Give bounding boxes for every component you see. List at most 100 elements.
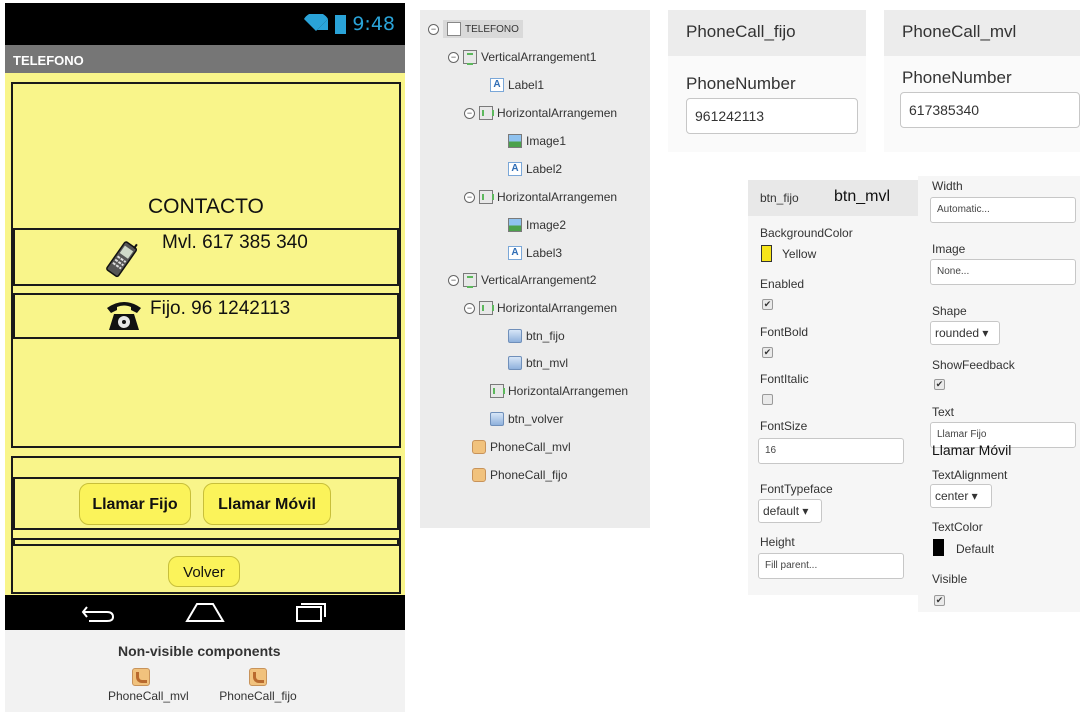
tree-label: HorizontalArrangemen (497, 301, 618, 315)
nonvisible-label: PhoneCall_mvl (108, 689, 189, 703)
horizontal-arrangement-icon (479, 190, 494, 204)
shape-select[interactable]: rounded ▾ (930, 321, 1000, 345)
enabled-checkbox[interactable]: ✔ (762, 299, 773, 310)
textalignment-label: TextAlignment (932, 468, 1008, 482)
tree-node-btn-fijo[interactable]: btn_fijo (508, 329, 565, 343)
textalignment-select[interactable]: center ▾ (930, 484, 992, 508)
tree-node-image2[interactable]: Image2 (508, 218, 566, 232)
tree-node-verticalarrangement1[interactable]: − VerticalArrangement1 (448, 50, 596, 65)
phonecall-mvl-properties: PhoneCall_mvl PhoneNumber 617385340 (884, 10, 1080, 152)
tree-label: Label1 (508, 78, 545, 92)
fontsize-input[interactable]: 16 (758, 438, 904, 464)
phonenumber-input[interactable]: 617385340 (900, 92, 1080, 128)
wifi-signal-icon (303, 11, 329, 35)
tree-label: PhoneCall_fijo (490, 468, 568, 482)
button-properties-left (748, 180, 918, 595)
back-nav-icon[interactable] (81, 603, 115, 628)
phonenumber-input[interactable]: 961242113 (686, 98, 858, 134)
fontbold-checkbox[interactable]: ✔ (762, 347, 773, 358)
tree-node-horizontalarrangement1[interactable]: − HorizontalArrangemen (464, 106, 617, 120)
tree-node-image1[interactable]: Image1 (508, 134, 566, 148)
tree-node-telefono[interactable]: − TELEFONO (428, 20, 523, 38)
tree-label: btn_fijo (526, 329, 565, 343)
label-icon: A (508, 162, 522, 176)
image-icon (508, 218, 522, 232)
height-label: Height (760, 535, 795, 549)
width-label: Width (932, 179, 963, 193)
android-nav-bar (5, 595, 405, 630)
call-landline-button[interactable]: Llamar Fijo (79, 483, 191, 525)
visible-checkbox[interactable]: ✔ (934, 595, 945, 606)
horizontal-arrangement-icon (490, 384, 505, 398)
status-time: 9:48 (352, 13, 395, 35)
collapse-icon[interactable]: − (464, 107, 475, 119)
tree-label: TELEFONO (465, 23, 519, 35)
showfeedback-label: ShowFeedback (932, 358, 1015, 372)
tree-label: Image2 (526, 218, 567, 232)
width-input[interactable]: Automatic... (930, 197, 1076, 223)
phonecall-icon (472, 468, 486, 482)
phonecall-fijo-properties: PhoneCall_fijo PhoneNumber 961242113 (668, 10, 866, 152)
nonvisible-phonecall-mvl[interactable]: PhoneCall_mvl (108, 668, 189, 703)
back-button[interactable]: Volver (168, 556, 240, 587)
enabled-label: Enabled (760, 277, 805, 291)
shape-label: Shape (932, 304, 967, 318)
tree-node-phonecall-mvl[interactable]: PhoneCall_mvl (472, 440, 571, 454)
nonvisible-phonecall-fijo[interactable]: PhoneCall_fijo (212, 668, 304, 703)
image-label: Image (932, 242, 966, 256)
fontitalic-checkbox[interactable] (762, 394, 773, 405)
button-icon (508, 329, 522, 343)
collapse-icon[interactable]: − (428, 23, 439, 35)
color-swatch-default[interactable] (933, 539, 944, 556)
vertical-arrangement-icon (463, 50, 477, 65)
tree-node-label2[interactable]: A Label2 (508, 162, 562, 176)
tree-node-btn-volver[interactable]: btn_volver (490, 412, 563, 426)
tree-node-horizontalarrangement3[interactable]: − HorizontalArrangemen (464, 301, 617, 315)
horizontal-arrangement-icon (479, 106, 494, 120)
tree-node-label3[interactable]: A Label3 (508, 246, 562, 260)
tree-node-verticalarrangement2[interactable]: − VerticalArrangement2 (448, 273, 597, 288)
component-name-b: btn_mvl (834, 188, 891, 205)
textcolor-value[interactable]: Default (956, 542, 994, 556)
collapse-icon[interactable]: − (448, 274, 459, 286)
tree-node-label1[interactable]: A Label1 (490, 78, 544, 92)
tree-label: HorizontalArrangemen (497, 190, 618, 204)
recent-apps-icon[interactable] (295, 601, 327, 628)
mobile-phone-icon (104, 238, 138, 287)
collapse-icon[interactable]: − (464, 191, 475, 203)
tree-node-phonecall-fijo[interactable]: PhoneCall_fijo (472, 468, 567, 482)
image-input[interactable]: None... (930, 259, 1076, 285)
panel-title: PhoneCall_mvl (884, 10, 1080, 56)
home-nav-icon[interactable] (185, 601, 225, 628)
collapse-icon[interactable]: − (464, 302, 475, 314)
tree-node-horizontalarrangement2[interactable]: − HorizontalArrangemen (464, 190, 617, 204)
tree-node-btn-mvl[interactable]: btn_mvl (508, 356, 568, 370)
call-mobile-button[interactable]: Llamar Móvil (203, 483, 331, 525)
tree-node-horizontalarrangement4[interactable]: HorizontalArrangemen (490, 384, 628, 398)
contact-heading: CONTACTO (148, 195, 264, 218)
tree-label: btn_volver (508, 412, 564, 426)
fontitalic-label: FontItalic (760, 372, 809, 386)
fontsize-label: FontSize (760, 419, 808, 433)
tree-label: Label2 (526, 162, 563, 176)
textcolor-label: TextColor (932, 520, 983, 534)
component-name-a: btn_fijo (760, 191, 799, 205)
tree-label: VerticalArrangement2 (481, 273, 597, 287)
screen-title: TELEFONO (5, 45, 405, 73)
showfeedback-checkbox[interactable]: ✔ (934, 379, 945, 390)
color-swatch-yellow[interactable] (761, 245, 772, 262)
phonenumber-label: PhoneNumber (902, 68, 1012, 87)
text-label: Text (932, 405, 955, 419)
fonttypeface-select[interactable]: default ▾ (758, 499, 822, 523)
tree-label: Label3 (526, 246, 563, 260)
height-input[interactable]: Fill parent... (758, 553, 904, 579)
backgroundcolor-value[interactable]: Yellow (782, 247, 816, 261)
button-icon (490, 412, 504, 426)
collapse-icon[interactable]: − (448, 51, 459, 63)
status-bar: 9:48 (5, 3, 405, 45)
phonecall-icon (472, 440, 486, 454)
label-icon: A (508, 246, 522, 260)
tree-label: HorizontalArrangemen (497, 106, 618, 120)
landline-number-label: Fijo. 96 1242113 (150, 298, 291, 319)
fonttypeface-label: FontTypeface (760, 482, 833, 496)
